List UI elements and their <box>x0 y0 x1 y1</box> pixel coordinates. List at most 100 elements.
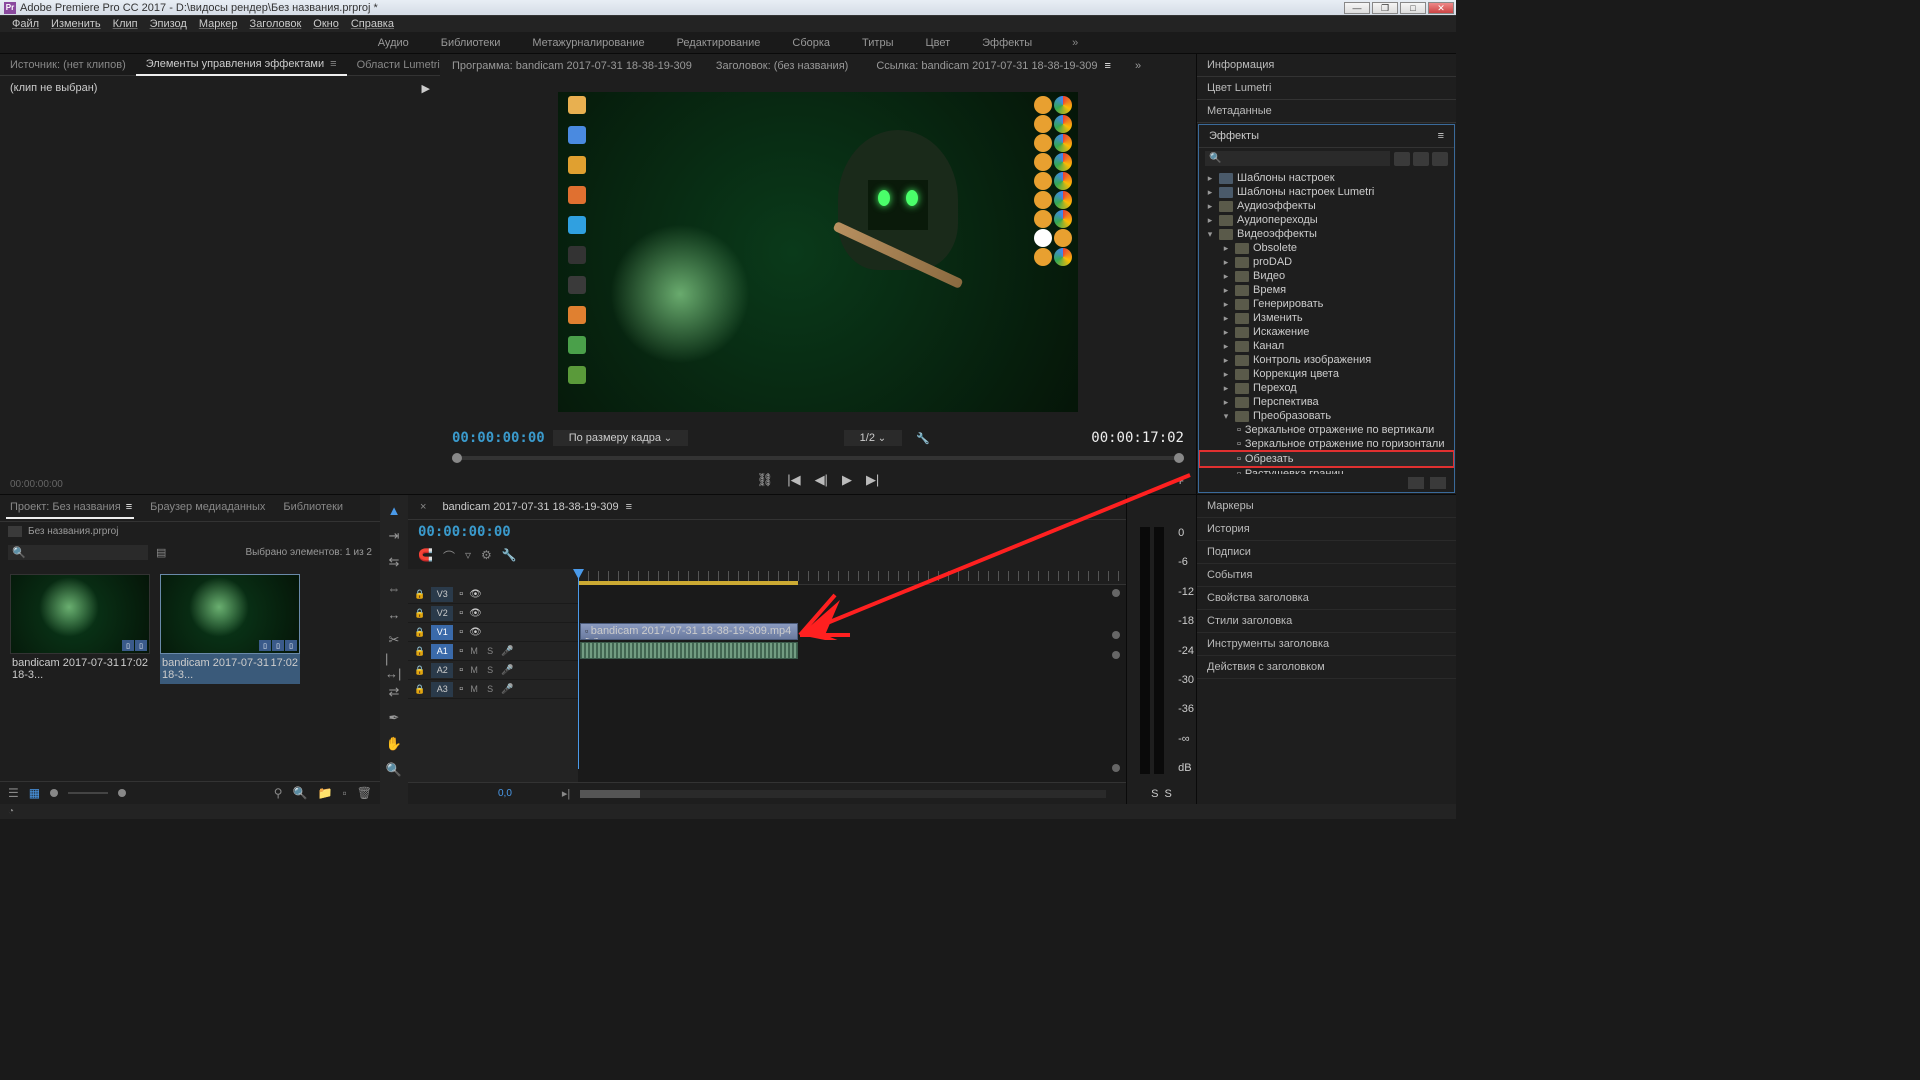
program-timecode[interactable]: 00:00:00:00 <box>452 430 545 446</box>
tree-vf-item[interactable]: ▸Перспектива <box>1199 395 1454 409</box>
track-a1[interactable]: 🔒A1▫MS🎤 <box>408 642 578 661</box>
panel-info[interactable]: Информация <box>1197 54 1456 77</box>
tab-effect-controls[interactable]: Элементы управления эффектами≡ <box>136 54 347 76</box>
tree-vf-item[interactable]: ▸Переход <box>1199 381 1454 395</box>
fx-filter-icon[interactable] <box>1394 152 1410 166</box>
rolling-edit-tool[interactable]: ⇔ <box>385 579 403 597</box>
play-button[interactable]: ▶ <box>842 472 852 488</box>
menu-edit[interactable]: Изменить <box>47 18 105 30</box>
ws-audio[interactable]: Аудио <box>362 33 425 53</box>
audio-clip[interactable] <box>580 642 798 659</box>
slide-tool[interactable]: ⇄ <box>385 683 403 701</box>
marker-icon[interactable]: ▿ <box>465 548 471 565</box>
menu-file[interactable]: Файл <box>8 18 43 30</box>
menu-help[interactable]: Справка <box>347 18 398 30</box>
panel-events[interactable]: События <box>1197 564 1456 587</box>
tree-vf-item[interactable]: ▸Контроль изображения <box>1199 353 1454 367</box>
tree-vf-item[interactable]: ▸Видео <box>1199 269 1454 283</box>
find-icon[interactable]: 🔍 <box>293 786 308 800</box>
menu-title[interactable]: Заголовок <box>246 18 306 30</box>
list-view-icon[interactable]: ☰ <box>8 786 19 800</box>
solo-right[interactable]: S <box>1165 788 1172 800</box>
zoom-dropdown[interactable]: По размеру кадра ⌄ <box>553 430 688 446</box>
panel-metadata[interactable]: Метаданные <box>1197 100 1456 123</box>
sequence-tab[interactable]: bandicam 2017-07-31 18-38-19-309 ≡ <box>434 497 636 517</box>
tree-vf-item[interactable]: ▸Время <box>1199 283 1454 297</box>
tree-vf-item[interactable]: ▸Канал <box>1199 339 1454 353</box>
panel-title-styles[interactable]: Стили заголовка <box>1197 610 1456 633</box>
tab-project[interactable]: Проект: Без названия ≡ <box>6 497 134 519</box>
tree-vf-item[interactable]: ▸proDAD <box>1199 255 1454 269</box>
restore-button[interactable]: ❐ <box>1372 2 1398 14</box>
tab-program[interactable]: Программа: bandicam 2017-07-31 18-38-19-… <box>448 56 696 76</box>
panel-title-actions[interactable]: Действия с заголовком <box>1197 656 1456 679</box>
fx-filter-icon2[interactable] <box>1413 152 1429 166</box>
tab-source[interactable]: Источник: (нет клипов) <box>0 55 136 75</box>
solo-left[interactable]: S <box>1151 788 1158 800</box>
ws-libs[interactable]: Библиотеки <box>425 33 517 53</box>
maximize-button[interactable]: □ <box>1400 2 1426 14</box>
trash-icon[interactable]: 🗑 <box>357 786 372 800</box>
frame-fwd-button[interactable]: ▶| <box>866 472 879 488</box>
menu-clip[interactable]: Клип <box>109 18 142 30</box>
razor-tool[interactable]: ✂ <box>385 631 403 649</box>
tree-presets-lumetri[interactable]: ▸Шаблоны настроек Lumetri <box>1199 185 1454 199</box>
tree-effect-crop[interactable]: ▫Обрезать <box>1199 451 1454 467</box>
track-a3[interactable]: 🔒A3▫MS🎤 <box>408 680 578 699</box>
track-v2[interactable]: 🔒V2▫👁 <box>408 604 578 623</box>
ripple-edit-tool[interactable]: ⇆ <box>385 553 403 571</box>
ws-assembly[interactable]: Сборка <box>776 33 846 53</box>
tab-media-browser[interactable]: Браузер медиаданных <box>148 497 267 519</box>
tree-audio-tr[interactable]: ▸Аудиопереходы <box>1199 213 1454 227</box>
panel-menu-icon[interactable]: ≡ <box>1438 130 1444 142</box>
tree-vf-item[interactable]: ▸Искажение <box>1199 325 1454 339</box>
menu-marker[interactable]: Маркер <box>195 18 242 30</box>
close-tab-icon[interactable]: × <box>416 497 430 517</box>
track-select-tool[interactable]: ⇥ <box>385 527 403 545</box>
ws-meta[interactable]: Метажурналирование <box>516 33 660 53</box>
close-button[interactable]: ✕ <box>1428 2 1454 14</box>
panel-captions[interactable]: Подписи <box>1197 541 1456 564</box>
zoom-slider[interactable] <box>50 789 58 797</box>
panel-history[interactable]: История <box>1197 518 1456 541</box>
panel-title-tools[interactable]: Инструменты заголовка <box>1197 633 1456 656</box>
tree-vf-item[interactable]: ▸Изменить <box>1199 311 1454 325</box>
video-clip[interactable]: ▫ bandicam 2017-07-31 18-38-19-309.mp4 [… <box>580 623 798 640</box>
snap-icon[interactable]: 🧲 <box>418 548 433 565</box>
ws-titles[interactable]: Титры <box>846 33 909 53</box>
effects-search-input[interactable] <box>1205 151 1390 166</box>
icon-view-icon[interactable]: ▦ <box>29 786 40 800</box>
step-back-button[interactable]: |◀ <box>787 472 800 488</box>
delete-icon[interactable] <box>1430 477 1446 489</box>
menu-window[interactable]: Окно <box>309 18 343 30</box>
tab-lumetri-scopes[interactable]: Области Lumetri <box>347 55 450 75</box>
rate-stretch-tool[interactable]: ↔ <box>385 605 403 623</box>
tab-title-editor[interactable]: Заголовок: (без названия) <box>712 56 852 76</box>
auto-match-icon[interactable]: ⚲ <box>274 786 283 800</box>
goto-marker-icon[interactable]: ▸| <box>562 787 570 800</box>
linked-sel-icon[interactable]: ⌒ <box>443 548 455 565</box>
slip-tool[interactable]: |↔| <box>385 657 403 675</box>
tree-vf-item[interactable]: ▸Obsolete <box>1199 241 1454 255</box>
tree-presets[interactable]: ▸Шаблоны настроек <box>1199 171 1454 185</box>
tree-effect-item[interactable]: ▫Зеркальное отражение по горизонтали <box>1199 437 1454 451</box>
wrench-icon[interactable]: 🔧 <box>502 548 517 565</box>
resolution-dropdown[interactable]: 1/2 ⌄ <box>844 430 902 446</box>
ws-color[interactable]: Цвет <box>909 33 966 53</box>
timeline-timecode[interactable]: 00:00:00:00 <box>418 524 511 540</box>
project-clip[interactable]: ▯▯ bandicam 2017-07-31 18-3...17:02 <box>10 574 150 684</box>
panel-effects-tab[interactable]: Эффекты <box>1209 130 1259 142</box>
new-bin-icon[interactable] <box>1408 477 1424 489</box>
zoom-tool[interactable]: 🔍 <box>385 761 403 779</box>
add-button-icon[interactable]: + <box>1176 473 1184 488</box>
ws-overflow-icon[interactable]: » <box>1056 33 1094 53</box>
track-v3[interactable]: 🔒V3▫👁 <box>408 585 578 604</box>
track-a2[interactable]: 🔒A2▫MS🎤 <box>408 661 578 680</box>
hand-tool[interactable]: ✋ <box>385 735 403 753</box>
panel-menu-icon[interactable]: ≡ <box>330 58 336 70</box>
tree-vf-item[interactable]: ▸Коррекция цвета <box>1199 367 1454 381</box>
zoom-slider-end[interactable] <box>118 789 126 797</box>
tree-audio-fx[interactable]: ▸Аудиоэффекты <box>1199 199 1454 213</box>
track-v1[interactable]: 🔒V1▫👁 <box>408 623 578 642</box>
tree-vf-item[interactable]: ▸Генерировать <box>1199 297 1454 311</box>
